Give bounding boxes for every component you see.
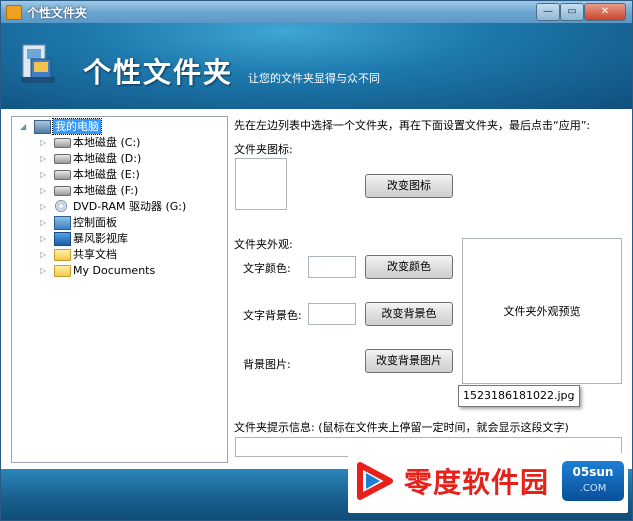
text-color-label: 文字颜色: (243, 262, 291, 275)
header-banner: 个性文件夹 让您的文件夹显得与众不同 (1, 23, 632, 109)
hint-info-label: 文件夹提示信息: (鼠标在文件夹上停留一定时间，就会显示这段文字) (234, 421, 569, 434)
folder-icon (54, 265, 71, 277)
watermark-badge-bottom: .COM (579, 483, 607, 494)
expand-arrow-icon[interactable]: ▷ (40, 202, 49, 211)
collapse-arrow-icon[interactable]: ◢ (20, 122, 29, 131)
site-watermark: 零度软件园 05sun .COM (348, 453, 628, 513)
banner-title: 个性文件夹 (83, 56, 234, 89)
change-color-button[interactable]: 改变颜色 (365, 255, 453, 279)
tree-root-label: 我的电脑 (52, 118, 102, 135)
drive-icon (54, 138, 71, 148)
folder-appearance-preview: 文件夹外观预览 (462, 238, 622, 384)
window-title: 个性文件夹 (27, 6, 88, 20)
app-folder-icon (6, 5, 22, 20)
computer-icon (34, 120, 51, 134)
control-panel-icon (54, 216, 71, 230)
tree-item-label: My Documents (73, 264, 156, 277)
maximize-button[interactable]: ▭ (560, 3, 584, 21)
app-window: 个性文件夹 — ▭ ✕ 个性文件夹 让您的文件夹显得与众不同 ◢ 我的电脑 ▷ … (0, 0, 633, 521)
title-bar[interactable]: 个性文件夹 — ▭ ✕ (1, 1, 632, 23)
change-bg-image-button[interactable]: 改变背景图片 (365, 349, 453, 373)
tree-item-label: 本地磁盘 (E:) (73, 168, 140, 181)
expand-arrow-icon[interactable]: ▷ (40, 234, 49, 243)
text-bg-color-swatch[interactable] (308, 303, 356, 325)
minimize-button[interactable]: — (536, 3, 560, 21)
drive-icon (54, 154, 71, 164)
image-filename-tooltip: 1523186181022.jpg (458, 385, 580, 407)
drive-icon (54, 170, 71, 180)
expand-arrow-icon[interactable]: ▷ (40, 250, 49, 259)
folder-icon-preview (235, 158, 287, 210)
change-bg-color-button[interactable]: 改变背景色 (365, 302, 453, 326)
watermark-text: 零度软件园 (404, 466, 550, 499)
banner-subtitle: 让您的文件夹显得与众不同 (248, 72, 380, 85)
expand-arrow-icon[interactable]: ▷ (40, 218, 49, 227)
media-library-icon (54, 232, 71, 246)
tree-item-label: 本地磁盘 (F:) (73, 184, 139, 197)
expand-arrow-icon[interactable]: ▷ (40, 266, 49, 275)
preview-label: 文件夹外观预览 (503, 305, 581, 318)
text-color-swatch[interactable] (308, 256, 356, 278)
drive-icon (54, 186, 71, 196)
expand-arrow-icon[interactable]: ▷ (40, 186, 49, 195)
main-content: ◢ 我的电脑 ▷ 本地磁盘 (C:) ▷ 本地磁盘 (D:) ▷ 本地磁盘 (E… (1, 109, 632, 469)
play-logo-icon (357, 462, 393, 500)
folder-icon-section-label: 文件夹图标: (234, 143, 293, 156)
tree-item-label: 控制面板 (73, 216, 117, 229)
expand-arrow-icon[interactable]: ▷ (40, 154, 49, 163)
bg-image-label: 背景图片: (243, 358, 291, 371)
tree-item-label: 本地磁盘 (C:) (73, 136, 141, 149)
expand-arrow-icon[interactable]: ▷ (40, 170, 49, 179)
text-bg-color-label: 文字背景色: (243, 309, 302, 322)
watermark-badge-top: 05sun (572, 465, 614, 479)
folder-icon (54, 249, 71, 261)
folder-settings-icon (21, 44, 55, 83)
dvd-drive-icon (55, 200, 67, 212)
close-button[interactable]: ✕ (584, 3, 626, 21)
change-icon-button[interactable]: 改变图标 (365, 174, 453, 198)
tree-item-label: DVD-RAM 驱动器 (G:) (73, 200, 187, 213)
tree-item-label: 暴风影视库 (73, 232, 128, 245)
appearance-section-label: 文件夹外观: (234, 238, 293, 251)
watermark-badge: 05sun .COM (562, 461, 624, 501)
folder-tree[interactable]: ◢ 我的电脑 ▷ 本地磁盘 (C:) ▷ 本地磁盘 (D:) ▷ 本地磁盘 (E… (11, 116, 228, 463)
instruction-text: 先在左边列表中选择一个文件夹，再在下面设置文件夹，最后点击“应用”: (234, 119, 591, 132)
expand-arrow-icon[interactable]: ▷ (40, 138, 49, 147)
tree-item-label: 本地磁盘 (D:) (73, 152, 142, 165)
tree-item-label: 共享文档 (73, 248, 117, 261)
